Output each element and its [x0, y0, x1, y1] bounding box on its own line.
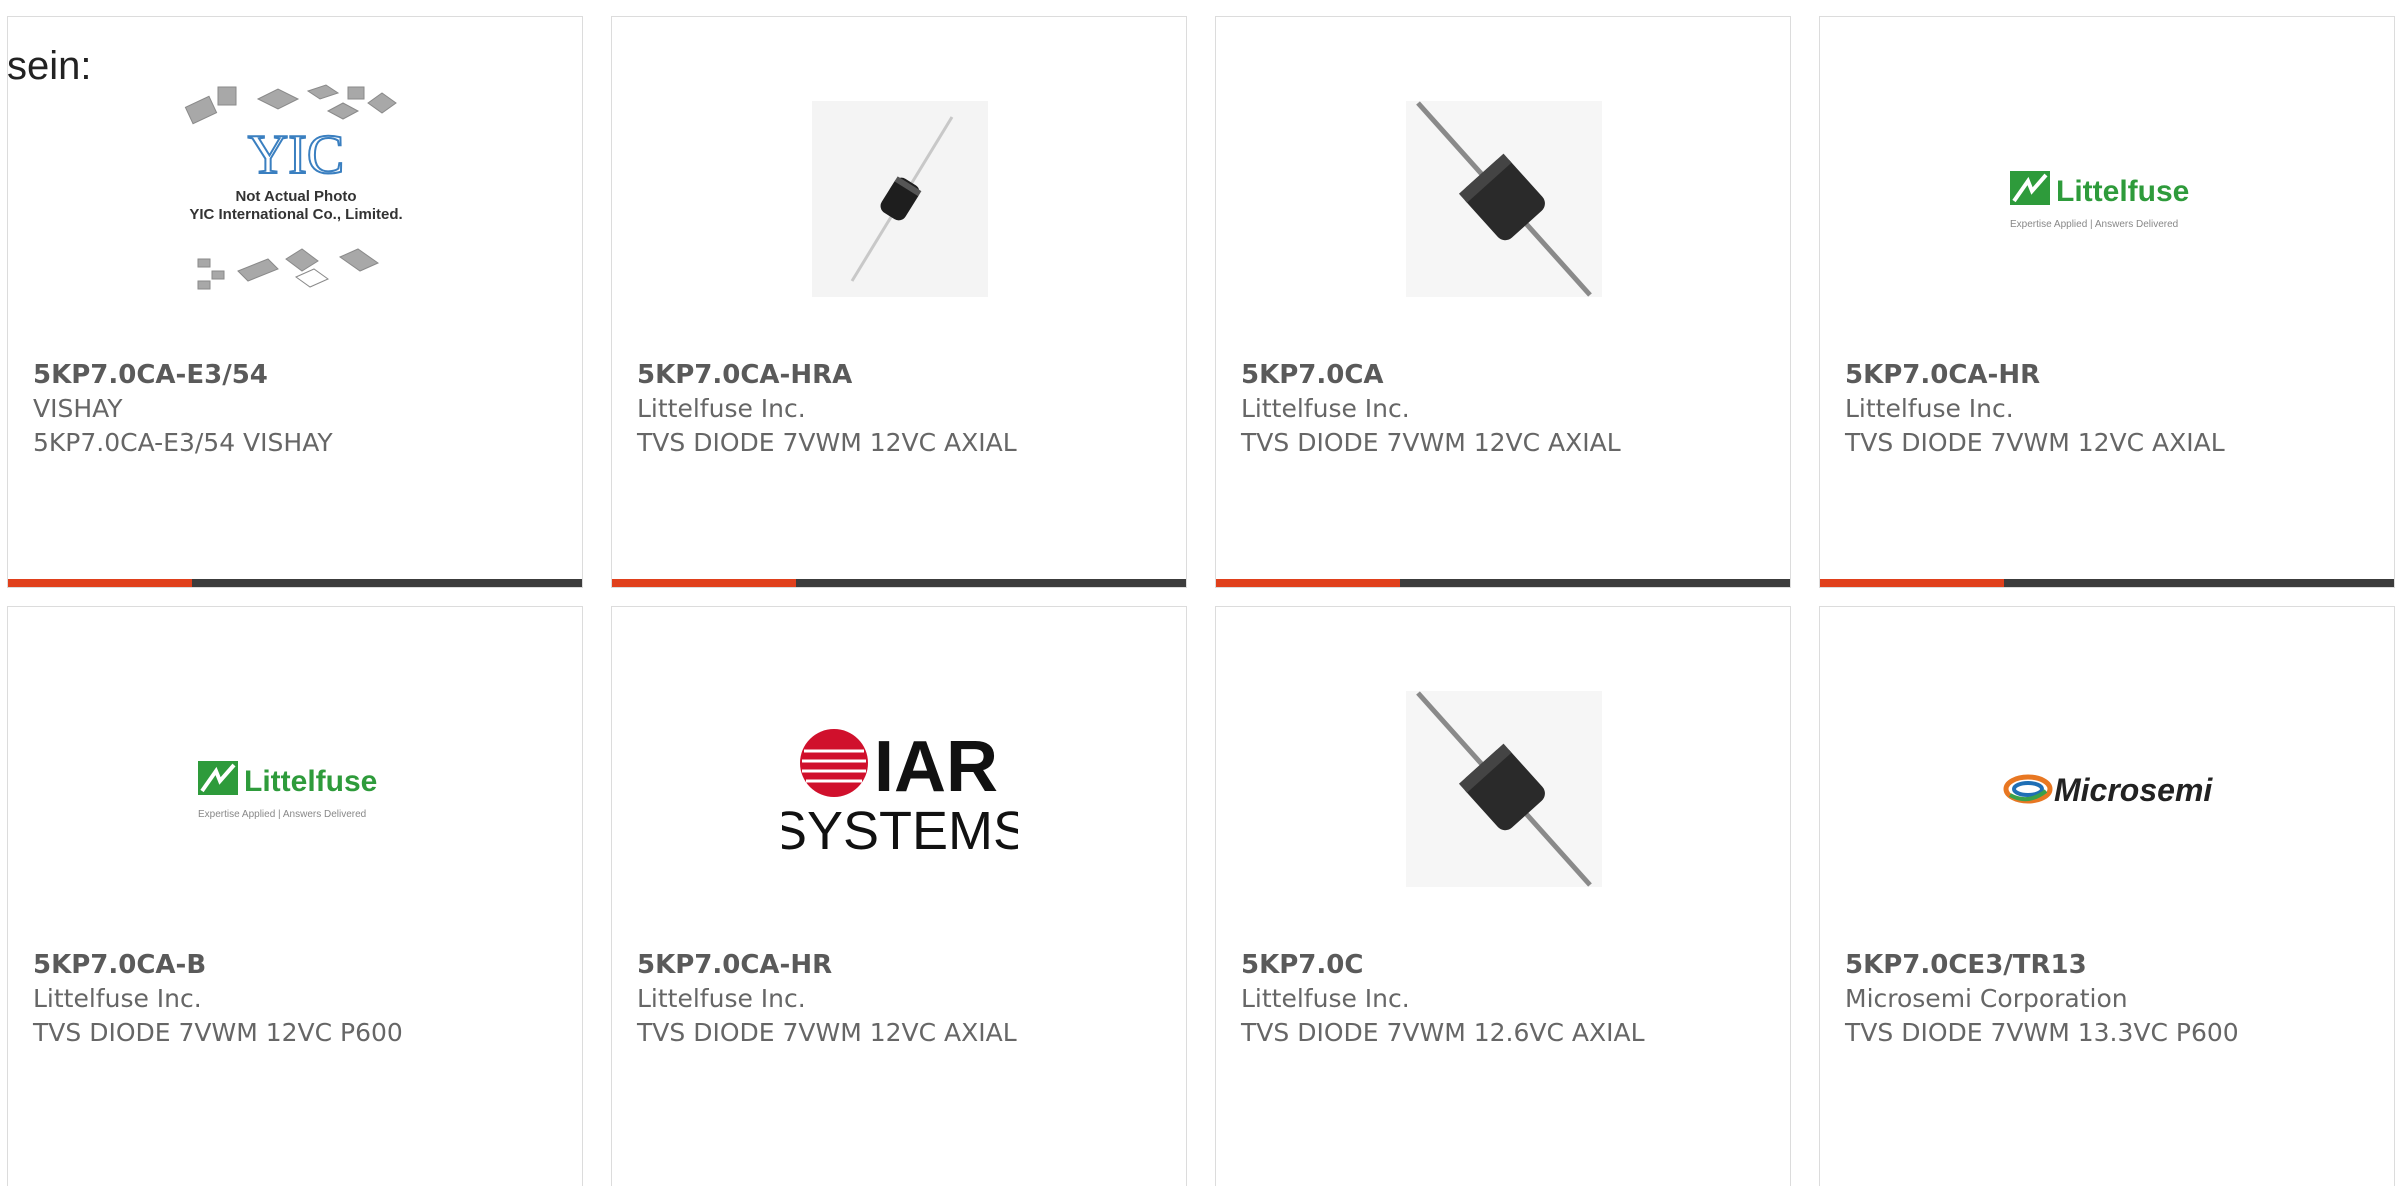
svg-text:Expertise Applied | Answers De: Expertise Applied | Answers Delivered [198, 809, 366, 820]
manufacturer: Microsemi Corporation [1845, 984, 2128, 1013]
product-card[interactable]: 5KP7.0C Littelfuse Inc. TVS DIODE 7VWM 1… [1215, 606, 1791, 1186]
part-number[interactable]: 5KP7.0CA [1241, 358, 1780, 392]
svg-text:YIC: YIC [248, 124, 344, 186]
manufacturer: Littelfuse Inc. [33, 984, 202, 1013]
littelfuse-logo: Littelfuse Expertise Applied | Answers D… [198, 761, 377, 820]
card-bar [1820, 579, 2394, 587]
svg-text:IAR: IAR [874, 727, 998, 807]
product-image[interactable]: Littelfuse Expertise Applied | Answers D… [178, 671, 414, 907]
card-bar [612, 579, 1186, 587]
product-card[interactable]: IAR SYSTEMS 5KP7.0CA-HR Littelfuse Inc. … [611, 606, 1187, 1186]
product-card[interactable]: 5KP7.0CA Littelfuse Inc. TVS DIODE 7VWM … [1215, 16, 1791, 588]
product-image[interactable]: Microsemi [1990, 671, 2226, 907]
part-number[interactable]: 5KP7.0CA-B [33, 948, 572, 982]
svg-text:YIC International Co., Limited: YIC International Co., Limited. [189, 206, 402, 223]
product-card[interactable]: Littelfuse Expertise Applied | Answers D… [7, 606, 583, 1186]
card-bar [8, 579, 582, 587]
product-card[interactable]: Microsemi 5KP7.0CE3/TR13 Microsemi Corpo… [1819, 606, 2395, 1186]
card-bar-accent [1216, 579, 1400, 587]
iar-systems-logo: IAR SYSTEMS [782, 727, 1018, 861]
manufacturer: VISHAY [33, 394, 123, 423]
littelfuse-logo: Littelfuse Expertise Applied | Answers D… [2010, 171, 2189, 230]
manufacturer: Littelfuse Inc. [1241, 984, 1410, 1013]
svg-text:Littelfuse: Littelfuse [2056, 175, 2189, 208]
description: TVS DIODE 7VWM 12VC AXIAL [637, 428, 1017, 457]
card-bar-accent [612, 579, 796, 587]
product-image[interactable]: YIC Not Actual Photo YIC International C… [178, 81, 414, 317]
product-card[interactable]: YIC Not Actual Photo YIC International C… [7, 16, 583, 588]
description: TVS DIODE 7VWM 12VC AXIAL [1241, 428, 1621, 457]
microsemi-logo: Microsemi [2003, 772, 2213, 808]
svg-text:SYSTEMS: SYSTEMS [782, 801, 1018, 861]
product-image[interactable] [782, 81, 1018, 317]
manufacturer: Littelfuse Inc. [1241, 394, 1410, 423]
small-diode-icon [812, 101, 988, 297]
part-number[interactable]: 5KP7.0CA-E3/54 [33, 358, 572, 392]
svg-text:Littelfuse: Littelfuse [244, 765, 377, 798]
card-bar-accent [1820, 579, 2004, 587]
product-image[interactable]: Littelfuse Expertise Applied | Answers D… [1990, 81, 2226, 317]
product-image[interactable]: IAR SYSTEMS [782, 671, 1018, 907]
svg-text:Microsemi: Microsemi [2054, 772, 2213, 808]
description: TVS DIODE 7VWM 12.6VC AXIAL [1241, 1018, 1645, 1047]
product-image[interactable] [1386, 671, 1622, 907]
svg-text:Expertise Applied | Answers De: Expertise Applied | Answers Delivered [2010, 219, 2178, 230]
intro-text: sein: [7, 44, 92, 88]
part-number[interactable]: 5KP7.0C [1241, 948, 1780, 982]
axial-diode-icon [1406, 101, 1602, 297]
placeholder-icon: YIC Not Actual Photo YIC International C… [184, 84, 403, 290]
part-number[interactable]: 5KP7.0CE3/TR13 [1845, 948, 2384, 982]
part-number[interactable]: 5KP7.0CA-HRA [637, 358, 1176, 392]
card-bar [1216, 579, 1790, 587]
description: TVS DIODE 7VWM 13.3VC P600 [1845, 1018, 2239, 1047]
manufacturer: Littelfuse Inc. [637, 984, 806, 1013]
axial-diode-icon [1406, 691, 1602, 887]
product-card[interactable]: 5KP7.0CA-HRA Littelfuse Inc. TVS DIODE 7… [611, 16, 1187, 588]
description: 5KP7.0CA-E3/54 VISHAY [33, 428, 333, 457]
description: TVS DIODE 7VWM 12VC P600 [33, 1018, 403, 1047]
description: TVS DIODE 7VWM 12VC AXIAL [637, 1018, 1017, 1047]
part-number[interactable]: 5KP7.0CA-HR [1845, 358, 2384, 392]
description: TVS DIODE 7VWM 12VC AXIAL [1845, 428, 2225, 457]
product-grid: YIC Not Actual Photo YIC International C… [0, 0, 2400, 1186]
product-card[interactable]: Littelfuse Expertise Applied | Answers D… [1819, 16, 2395, 588]
manufacturer: Littelfuse Inc. [1845, 394, 2014, 423]
svg-text:Not Actual Photo: Not Actual Photo [235, 188, 356, 205]
product-image[interactable] [1386, 81, 1622, 317]
part-number[interactable]: 5KP7.0CA-HR [637, 948, 1176, 982]
card-bar-accent [8, 579, 192, 587]
manufacturer: Littelfuse Inc. [637, 394, 806, 423]
